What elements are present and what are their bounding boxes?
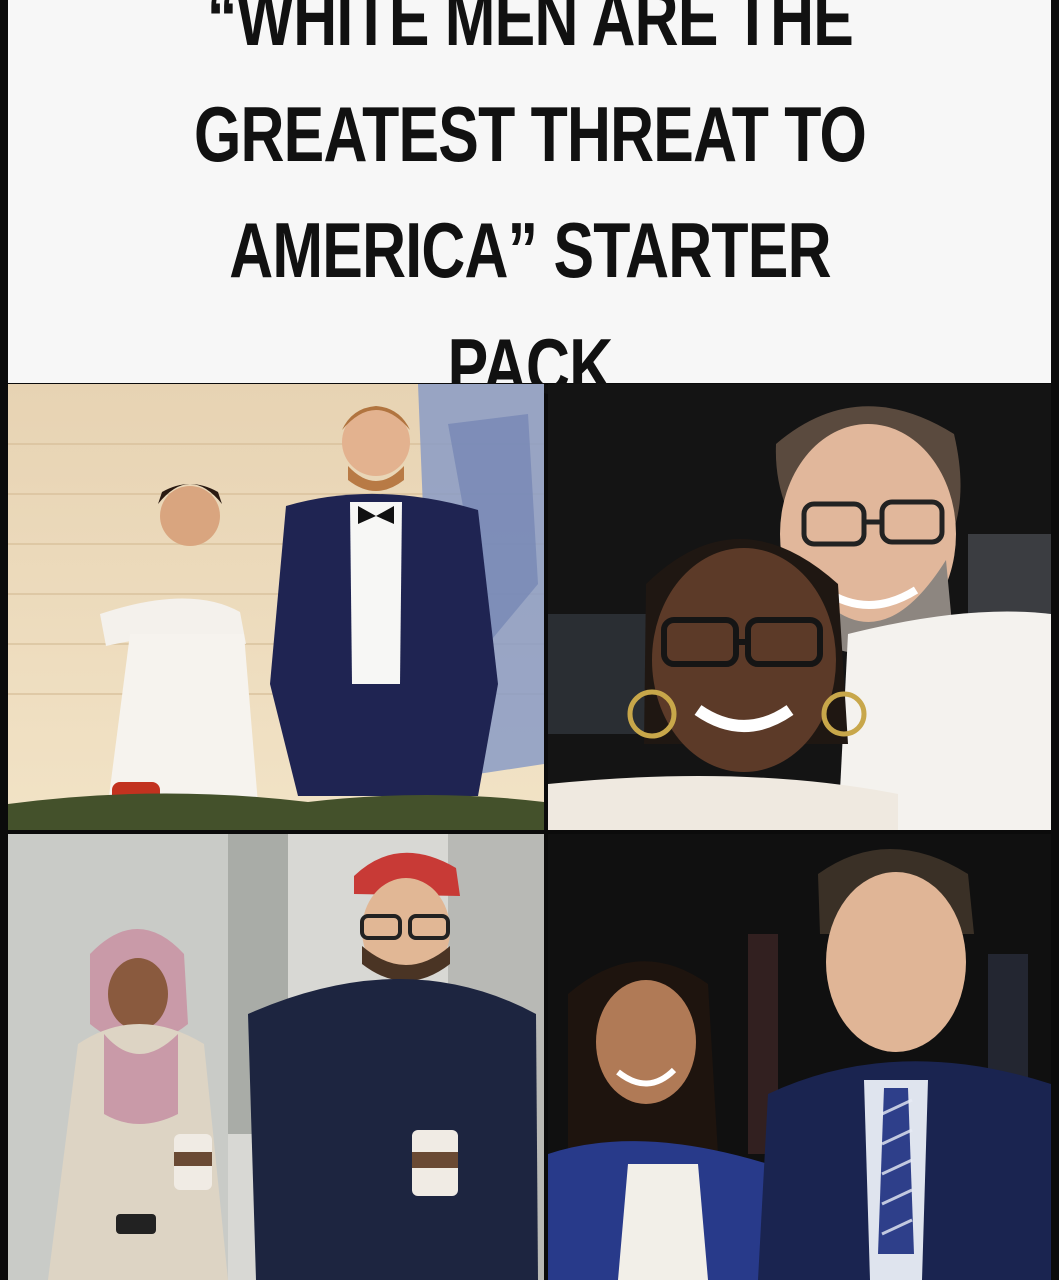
photo-panel-3 (8, 834, 544, 1280)
meme: “WHITE MEN ARE THE GREATEST THREAT TO AM… (0, 0, 1059, 1280)
gala-couple-photo (8, 384, 544, 830)
photo-grid (8, 384, 1051, 1280)
meme-title: “WHITE MEN ARE THE GREATEST THREAT TO AM… (193, 0, 866, 410)
meme-header: “WHITE MEN ARE THE GREATEST THREAT TO AM… (8, 0, 1051, 410)
night-selfie-photo (548, 384, 1051, 830)
photo-panel-4 (548, 834, 1051, 1280)
formal-couple-photo (548, 834, 1051, 1280)
street-walk-photo (8, 834, 544, 1280)
photo-panel-1 (8, 384, 544, 830)
photo-panel-2 (548, 384, 1051, 830)
